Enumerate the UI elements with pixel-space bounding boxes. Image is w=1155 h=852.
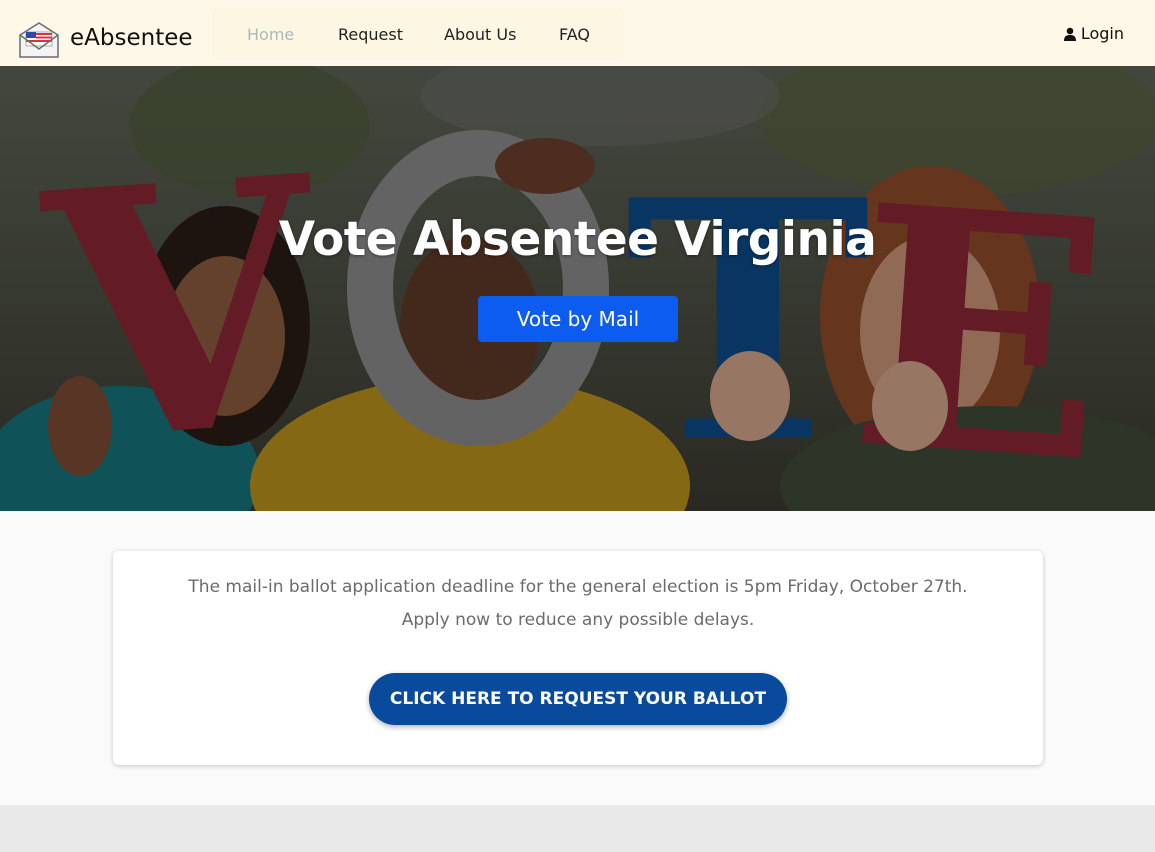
user-icon — [1063, 27, 1076, 41]
nav-home[interactable]: Home — [247, 25, 294, 44]
envelope-flag-icon — [19, 22, 59, 58]
nav-faq[interactable]: FAQ — [559, 25, 590, 44]
vote-by-mail-button[interactable]: Vote by Mail — [478, 296, 678, 342]
login-link[interactable]: Login — [1063, 24, 1124, 43]
nav-about-us[interactable]: About Us — [444, 25, 516, 44]
brand[interactable]: eAbsentee — [18, 16, 193, 59]
main-nav: Home Request About Us FAQ — [214, 10, 622, 58]
deadline-text: The mail-in ballot application deadline … — [188, 577, 968, 597]
nav-request[interactable]: Request — [338, 25, 403, 44]
request-ballot-button[interactable]: CLICK HERE TO REQUEST YOUR BALLOT — [369, 673, 787, 725]
notice-card: The mail-in ballot application deadline … — [113, 551, 1043, 765]
apply-now-text: Apply now to reduce any possible delays. — [401, 610, 755, 630]
hero-background-image: V T E — [0, 66, 1155, 511]
login-label: Login — [1080, 24, 1124, 43]
brand-name: eAbsentee — [70, 24, 193, 51]
hero-title: Vote Absentee Virginia — [278, 212, 877, 267]
notice-section: The mail-in ballot application deadline … — [0, 511, 1155, 805]
hero-banner: V T E Vote Absentee Virginia Vote by Mai… — [0, 66, 1155, 511]
top-navbar: eAbsentee Home Request About Us FAQ Logi… — [0, 0, 1155, 66]
